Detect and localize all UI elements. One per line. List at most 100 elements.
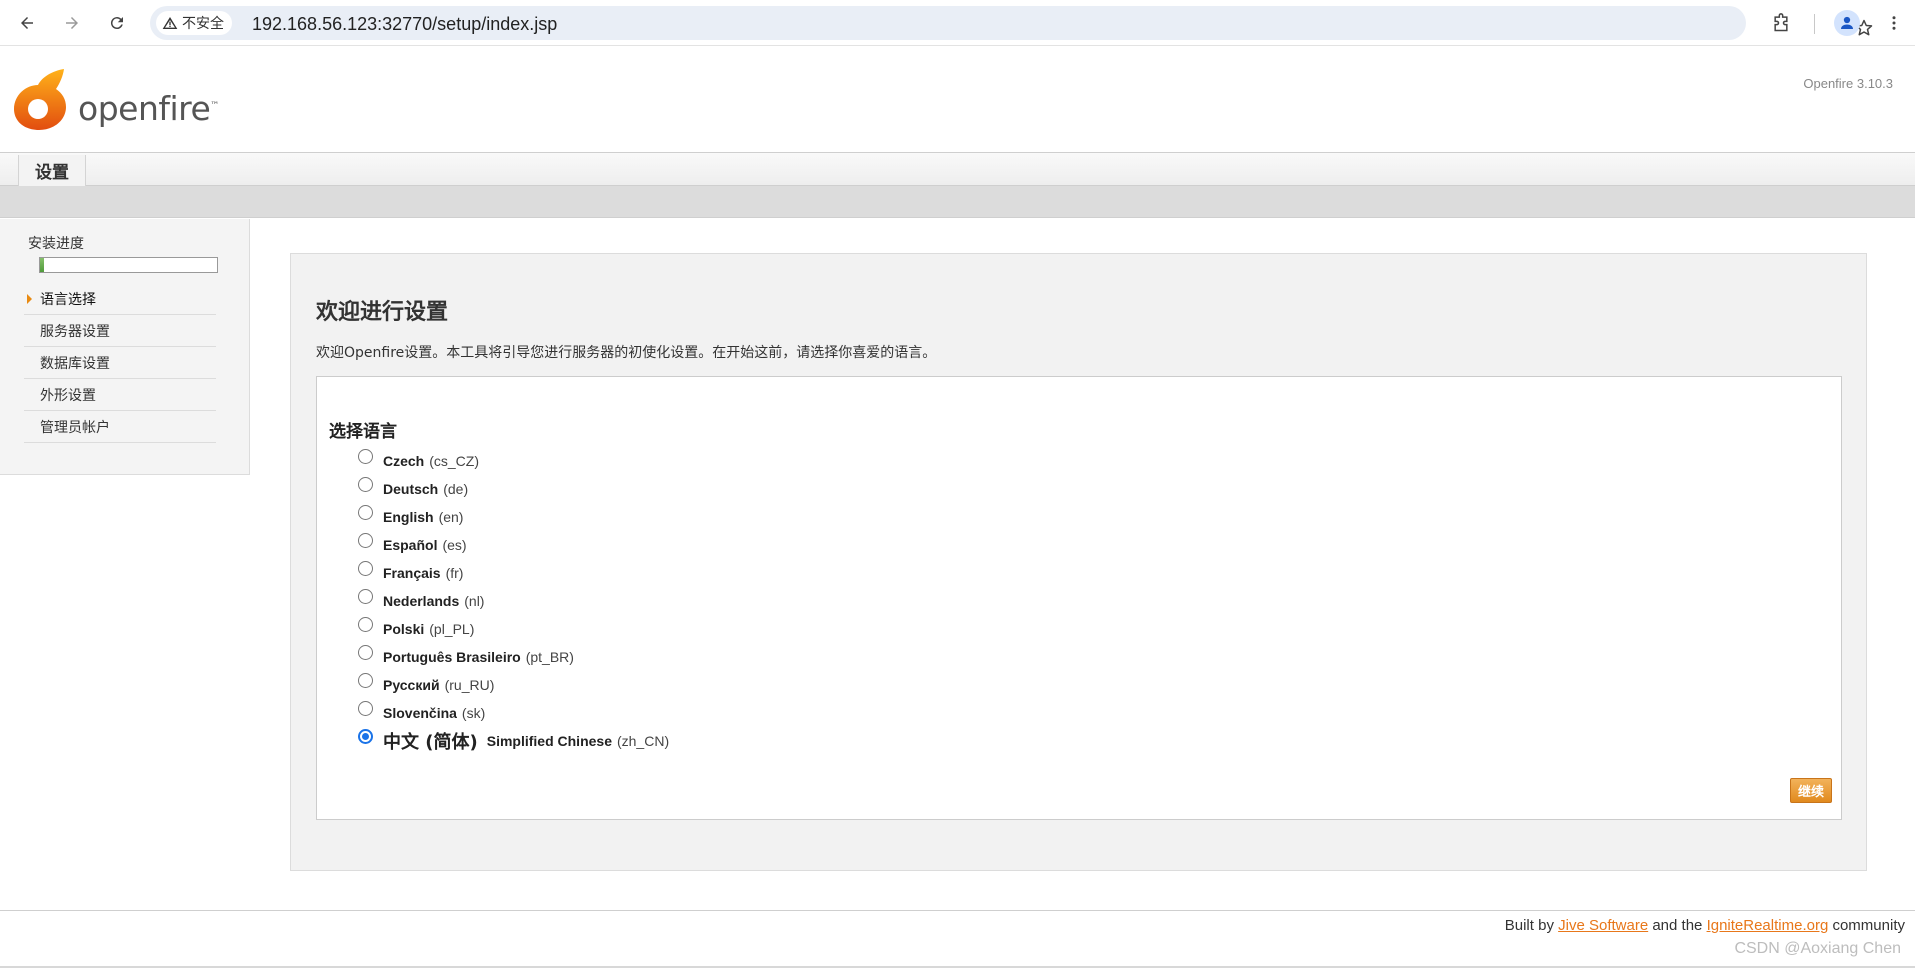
language-radio[interactable] bbox=[358, 588, 373, 604]
language-radio[interactable] bbox=[358, 616, 373, 632]
sidebar-item-label: 数据库设置 bbox=[40, 355, 110, 372]
language-code: (fr) bbox=[445, 565, 464, 581]
language-radio[interactable] bbox=[358, 644, 373, 660]
language-radio[interactable] bbox=[358, 504, 373, 520]
language-section-title: 选择语言 bbox=[329, 422, 397, 442]
language-name: Français bbox=[383, 565, 441, 581]
main-content-panel: 欢迎进行设置 欢迎Openfire设置。本工具将引导您进行服务器的初使化设置。在… bbox=[290, 253, 1867, 871]
language-code: (nl) bbox=[464, 593, 485, 609]
language-code: (en) bbox=[438, 509, 464, 525]
language-name: Polski bbox=[383, 621, 425, 637]
sidebar-item-language[interactable]: 语言选择 bbox=[24, 283, 216, 315]
language-name: Simplified Chinese bbox=[486, 733, 612, 749]
language-name: Русский bbox=[383, 677, 440, 693]
tab-setup[interactable]: 设置 bbox=[18, 155, 86, 186]
openfire-wordmark: openfire™ bbox=[78, 89, 219, 128]
continue-button[interactable]: 继续 bbox=[1790, 778, 1832, 803]
language-option-fr[interactable]: Français (fr) bbox=[358, 559, 669, 587]
language-radio[interactable] bbox=[358, 560, 373, 576]
language-native-name: 中文 (简体) bbox=[383, 732, 478, 753]
sidebar-item-profile-settings[interactable]: 外形设置 bbox=[24, 379, 216, 411]
language-option-pl[interactable]: Polski (pl_PL) bbox=[358, 615, 669, 643]
openfire-logo-icon bbox=[14, 69, 66, 130]
language-code: (cs_CZ) bbox=[429, 453, 480, 469]
forward-icon bbox=[66, 17, 78, 29]
jive-software-link[interactable]: Jive Software bbox=[1558, 917, 1648, 934]
profile-button[interactable] bbox=[1834, 10, 1860, 36]
sidebar-item-database-settings[interactable]: 数据库设置 bbox=[24, 347, 216, 379]
main-tabbar: 设置 bbox=[0, 152, 1915, 186]
language-option-en[interactable]: English (en) bbox=[358, 503, 669, 531]
install-progress-bar bbox=[39, 257, 218, 273]
language-code: (ru_RU) bbox=[444, 677, 495, 693]
security-label: 不安全 bbox=[182, 15, 224, 31]
progress-title: 安装进度 bbox=[28, 236, 84, 252]
language-name: Português Brasileiro bbox=[383, 649, 521, 665]
language-option-es[interactable]: Español (es) bbox=[358, 531, 669, 559]
menu-icon bbox=[1892, 16, 1896, 30]
language-name: English bbox=[383, 509, 434, 525]
warning-icon bbox=[162, 17, 178, 29]
forward-button[interactable] bbox=[58, 9, 86, 37]
language-radio[interactable] bbox=[358, 448, 373, 464]
language-code: (es) bbox=[442, 537, 467, 553]
address-bar[interactable]: 不安全 192.168.56.123:32770/setup/index.jsp bbox=[150, 6, 1873, 40]
language-code: (zh_CN) bbox=[616, 733, 670, 749]
sidebar-item-server-settings[interactable]: 服务器设置 bbox=[24, 315, 216, 347]
current-step-arrow-icon bbox=[27, 294, 32, 304]
sidebar-item-label: 服务器设置 bbox=[40, 323, 110, 340]
language-radio-list: Czech (cs_CZ) Deutsch (de) English (en) … bbox=[358, 447, 669, 755]
sidebar-item-label: 语言选择 bbox=[40, 291, 96, 308]
language-radio[interactable] bbox=[358, 532, 373, 548]
sidebar-item-label: 管理员帐户 bbox=[40, 419, 110, 436]
extensions-button[interactable] bbox=[1767, 9, 1795, 37]
footer-divider bbox=[0, 910, 1915, 911]
language-code: (sk) bbox=[461, 705, 486, 721]
language-name: Czech bbox=[383, 453, 425, 469]
language-option-nl[interactable]: Nederlands (nl) bbox=[358, 587, 669, 615]
language-radio-selected[interactable] bbox=[358, 728, 373, 744]
footer-and-the: and the bbox=[1652, 917, 1703, 934]
language-radio[interactable] bbox=[358, 672, 373, 688]
bottom-border bbox=[0, 966, 1915, 968]
browser-menu-button[interactable] bbox=[1880, 9, 1908, 37]
footer: Built by Jive Software and the IgniteRea… bbox=[1505, 917, 1905, 934]
progress-fill bbox=[40, 258, 44, 272]
toolbar-divider bbox=[1814, 14, 1815, 34]
browser-toolbar: 不安全 192.168.56.123:32770/setup/index.jsp bbox=[0, 0, 1915, 46]
language-option-cs[interactable]: Czech (cs_CZ) bbox=[358, 447, 669, 475]
language-name: Español bbox=[383, 537, 438, 553]
sidebar-item-label: 外形设置 bbox=[40, 387, 96, 404]
extensions-icon bbox=[1774, 13, 1788, 32]
version-label: Openfire 3.10.3 bbox=[1803, 76, 1893, 91]
language-radio[interactable] bbox=[358, 476, 373, 492]
language-name: Deutsch bbox=[383, 481, 439, 497]
security-chip[interactable]: 不安全 bbox=[156, 11, 232, 35]
language-code: (pt_BR) bbox=[525, 649, 574, 665]
language-option-zh-cn[interactable]: 中文 (简体) Simplified Chinese (zh_CN) bbox=[358, 727, 669, 755]
page-title: 欢迎进行设置 bbox=[316, 300, 449, 325]
footer-community: community bbox=[1832, 917, 1905, 934]
igniterealtime-link[interactable]: IgniteRealtime.org bbox=[1707, 917, 1829, 934]
intro-text: 欢迎Openfire设置。本工具将引导您进行服务器的初使化设置。在开始这前，请选… bbox=[316, 345, 937, 361]
language-radio[interactable] bbox=[358, 700, 373, 716]
language-option-sk[interactable]: Slovenčina (sk) bbox=[358, 699, 669, 727]
setup-steps-list: 语言选择 服务器设置 数据库设置 外形设置 管理员帐户 bbox=[24, 283, 216, 443]
csdn-watermark: CSDN @Aoxiang Chen bbox=[1734, 940, 1901, 957]
language-code: (pl_PL) bbox=[429, 621, 475, 637]
language-option-de[interactable]: Deutsch (de) bbox=[358, 475, 669, 503]
language-option-pt-br[interactable]: Português Brasileiro (pt_BR) bbox=[358, 643, 669, 671]
reload-icon bbox=[110, 17, 123, 30]
back-icon bbox=[21, 17, 33, 29]
language-code: (de) bbox=[443, 481, 469, 497]
language-selection-box: 选择语言 Czech (cs_CZ) Deutsch (de) English … bbox=[316, 376, 1842, 820]
reload-button[interactable] bbox=[103, 9, 131, 37]
language-option-ru[interactable]: Русский (ru_RU) bbox=[358, 671, 669, 699]
profile-icon bbox=[1841, 16, 1853, 29]
sidebar-item-admin-account[interactable]: 管理员帐户 bbox=[24, 411, 216, 443]
sidebar: 安装进度 语言选择 服务器设置 数据库设置 外形设置 管理员帐户 bbox=[0, 219, 250, 475]
url-text[interactable]: 192.168.56.123:32770/setup/index.jsp bbox=[252, 14, 557, 35]
footer-built-by: Built by bbox=[1504, 917, 1554, 934]
back-button[interactable] bbox=[13, 9, 41, 37]
language-name: Slovenčina bbox=[383, 705, 457, 721]
